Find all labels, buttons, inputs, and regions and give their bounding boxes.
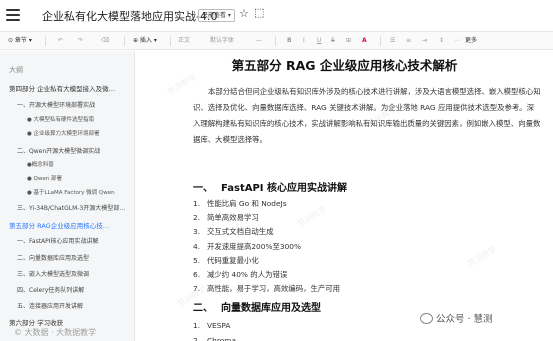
outline-item[interactable]: 第五部分 RAG企业级应用核心技… [9, 221, 131, 231]
more-button[interactable]: 更多 [465, 36, 477, 46]
underline-icon[interactable]: U [317, 36, 321, 46]
section-heading: 第五部分 RAG 企业级应用核心技术解析 [231, 58, 458, 73]
list-item: 5. 代码重复最小化 [193, 256, 259, 266]
list-number: 5. [193, 255, 201, 265]
undo-icon[interactable]: ↶ [58, 36, 63, 46]
toolbar-divider [170, 36, 171, 46]
more-icon[interactable]: ⋯ [454, 36, 460, 46]
outline-sidebar: 大纲 第四部分 企业私有大模型接入及微… 一、开源大模型环境部署实战 ● 大模型私有… [0, 51, 135, 341]
list-item: 4. 开发速度提高200%至300% [193, 242, 301, 252]
redo-icon[interactable]: ↷ [78, 36, 83, 46]
outline-item[interactable]: ● 大模型私有硬件选型指南 [27, 115, 131, 125]
cloud-sync-icon[interactable]: ⬚ [254, 6, 264, 20]
list-item: 1. 性能比肩 Go 和 NodeJs [193, 199, 287, 209]
subsection-number: 一、 [193, 183, 213, 194]
list-text: 交互式文档自动生成 [207, 227, 274, 237]
watermark: 慧测教学 [465, 244, 499, 269]
clear-format-icon[interactable]: ⌫ [101, 36, 109, 46]
list-item: 2. 简单高效易学习 [193, 213, 259, 223]
indent-icon[interactable]: ⇥ [422, 36, 427, 46]
toolbar-divider [275, 36, 276, 46]
paragraph-style-dropdown[interactable]: 正文 [178, 36, 190, 46]
bottom-watermark: © 大数据 · 大数据教学 [14, 328, 97, 337]
list-item: 2. Chroma [193, 336, 236, 341]
wechat-icon [420, 313, 433, 324]
formatting-toolbar: ⊙ 章节 ▾ ↶ ↷ ⌫ ⊕ 插入 ▾ 正文 默认字体 — B I U S ⊞ … [0, 31, 553, 50]
subsection-title: 向量数据库应用及选型 [221, 303, 321, 314]
brand-label: 公众号 · 慧测 [420, 311, 493, 325]
outline-item[interactable]: ● 企业级算力大模型环境部署 [27, 129, 131, 139]
toolbar-divider [124, 36, 125, 46]
list-number: 1. [193, 321, 201, 330]
list-number: 4. [193, 241, 201, 251]
font-family-dropdown[interactable]: 默认字体 [210, 36, 234, 46]
outline-item[interactable]: 四、Celery任务队列讲解 [17, 286, 131, 296]
list-text: 高性能，易于学习，高效编码，生产可用 [207, 284, 341, 294]
subsection-title: FastAPI 核心应用实战讲解 [221, 183, 347, 194]
list-item: 1. VESPA [193, 321, 230, 331]
list-text: 开发速度提高200%至300% [207, 241, 301, 251]
align-icon[interactable]: ≡ [406, 36, 411, 46]
font-color-icon[interactable]: A [362, 36, 367, 46]
outline-item[interactable]: 第四部分 企业私有大模型接入及微… [9, 84, 131, 94]
insert-dropdown[interactable]: ⊕ 插入 ▾ [133, 36, 157, 46]
list-item: 3. 交互式文档自动生成 [193, 227, 274, 237]
outline-title: 大纲 [9, 66, 23, 74]
outline-item[interactable]: 一、FastAPI核心应用实战讲解 [17, 237, 131, 247]
outline-item[interactable]: 二、Qwen开源大模型微调实战 [17, 147, 131, 157]
outline-item[interactable]: 五、连接器应用开发讲解 [17, 302, 131, 312]
list-text: 代码重复最小化 [207, 255, 259, 265]
strikethrough-icon[interactable]: S [331, 36, 335, 46]
document-title: 企业私有化大模型落地应用实战-4.0 [42, 10, 218, 23]
outline-item[interactable]: ● 基于LLaMA Factory 微调 Qwen [27, 188, 131, 198]
list-number: 7. [193, 284, 201, 294]
outline-item[interactable]: 三、嵌入大模型选型及微调 [17, 270, 131, 280]
subsection-number: 二、 [193, 303, 213, 314]
list-number: 2. [193, 213, 201, 223]
outline-item[interactable]: 二、向量数据库应用及选型 [17, 254, 131, 264]
bold-icon[interactable]: B [287, 36, 292, 46]
list-number: 3. [193, 227, 201, 237]
list-number: 1. [193, 199, 201, 208]
list-text: Chroma [207, 336, 236, 341]
list-text: VESPA [207, 321, 231, 330]
outline-item[interactable]: 一、开源大模型环境部署实战 [17, 101, 131, 111]
list-text: 性能比肩 Go 和 NodeJs [207, 199, 287, 208]
list-text: 简单高效易学习 [207, 213, 259, 223]
title-bar: 企业私有化大模型落地应用实战-4.0 只能查看 ▾ ☆ ⬚ [0, 0, 553, 31]
intro-paragraph: 本部分结合但问企业级私有知识库外涉及的核心技术进行讲解，涉及大语言模型选择、嵌入… [193, 87, 541, 144]
list-number: 2. [193, 336, 201, 341]
brand-text: 公众号 · 慧测 [436, 314, 493, 325]
list-number: 6. [193, 270, 201, 279]
toolbar-divider [45, 36, 46, 46]
subsection-heading-fastapi: 一、 FastAPI 核心应用实战讲解 [193, 179, 347, 194]
hamburger-menu-icon[interactable] [6, 9, 20, 21]
list-icon[interactable]: ☰ [390, 36, 395, 46]
star-icon[interactable]: ☆ [239, 7, 249, 21]
list-item: 7. 高性能，易于学习，高效编码，生产可用 [193, 284, 340, 294]
table-icon[interactable]: ⊞ [346, 36, 351, 46]
font-size-dropdown[interactable]: — [256, 36, 262, 46]
chapter-dropdown[interactable]: ⊙ 章节 ▾ [8, 36, 32, 46]
italic-icon[interactable]: I [303, 36, 305, 46]
line-spacing-icon[interactable]: ↕ [439, 36, 444, 46]
subsection-heading-vector-db: 二、 向量数据库应用及选型 [193, 299, 321, 314]
document-body: 第五部分 RAG 企业级应用核心技术解析 本部分结合但问企业级私有知识库外涉及的… [136, 51, 553, 341]
toolbar-divider [380, 36, 381, 46]
list-text: 减少约 40% 的人为错误 [207, 270, 288, 279]
view-mode-dropdown[interactable]: 只能查看 ▾ [198, 9, 235, 22]
watermark: 慧测教学 [295, 204, 329, 229]
outline-item[interactable]: ● Qwen 部署 [27, 174, 131, 184]
outline-item[interactable]: 三、Yi-34B/ChatGLM-3开源大模型部… [17, 204, 131, 214]
list-item: 6. 减少约 40% 的人为错误 [193, 270, 287, 280]
outline-item[interactable]: ●概念科普 [27, 160, 131, 170]
